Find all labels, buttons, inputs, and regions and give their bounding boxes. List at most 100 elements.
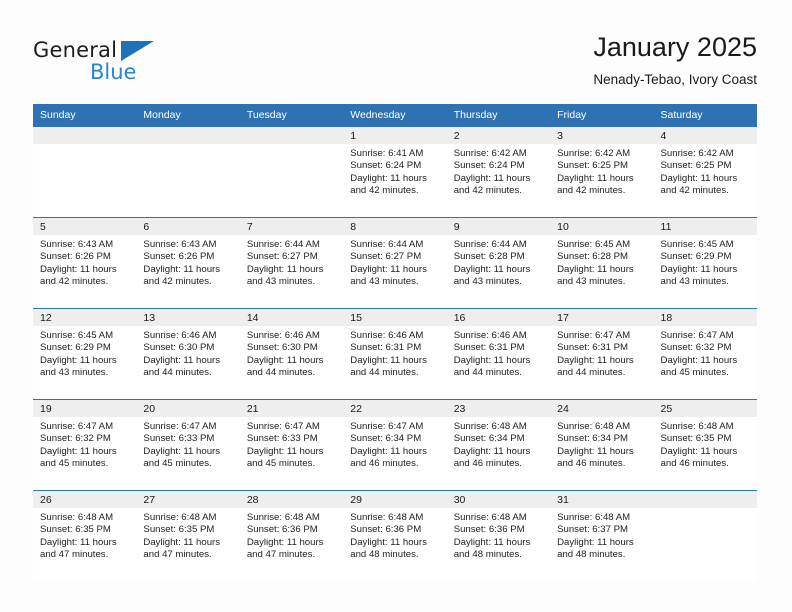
sunrise-text: Sunrise: 6:46 AM <box>453 330 527 341</box>
calendar-day-cell[interactable]: 21 Sunrise: 6:47 AM Sunset: 6:33 PM Dayligh… <box>239 400 344 490</box>
day-number: 12 <box>33 309 137 326</box>
calendar-day-cell[interactable]: 3 Sunrise: 6:42 AM Sunset: 6:25 PM Daylight… <box>550 127 654 217</box>
day-details: Sunrise: 6:42 AM Sunset: 6:25 PM Daylight:… <box>550 144 653 197</box>
day-details: Sunrise: 6:46 AM Sunset: 6:30 PM Daylight:… <box>240 326 343 379</box>
daylight-text: Daylight: 11 hours and 42 minutes. <box>350 172 427 196</box>
calendar-day-cell[interactable]: 25 Sunrise: 6:48 AM Sunset: 6:35 PM Dayligh… <box>653 400 757 490</box>
sunrise-text: Sunrise: 6:48 AM <box>453 421 527 432</box>
daylight-text: Daylight: 11 hours and 44 minutes. <box>557 354 634 378</box>
calendar-day-cell[interactable]: 4 Sunrise: 6:42 AM Sunset: 6:25 PM Daylight… <box>653 127 757 217</box>
day-number: 2 <box>446 127 551 144</box>
sunset-text: Sunset: 6:34 PM <box>350 433 422 445</box>
sunset-text: Sunset: 6:32 PM <box>40 433 111 445</box>
day-number: 19 <box>33 400 137 417</box>
sunset-text: Sunset: 6:35 PM <box>143 524 215 536</box>
calendar-day-cell[interactable]: 13 Sunrise: 6:46 AM Sunset: 6:30 PM Dayligh… <box>136 309 240 399</box>
calendar-day-cell[interactable]: 5 Sunrise: 6:43 AM Sunset: 6:26 PM Daylight… <box>33 218 137 308</box>
page-header: General Blue January 2025 Nenady-Tebao, … <box>33 30 757 96</box>
day-number: 18 <box>653 309 757 326</box>
daylight-text: Daylight: 11 hours and 48 minutes. <box>350 536 427 560</box>
weekday-header-thursday: Thursday <box>453 109 498 121</box>
sunset-text: Sunset: 6:36 PM <box>246 524 318 536</box>
calendar-day-cell[interactable]: 31 Sunrise: 6:48 AM Sunset: 6:37 PM Dayligh… <box>550 491 654 581</box>
sunset-text: Sunset: 6:34 PM <box>453 433 525 445</box>
calendar-table: Sunday Monday Tuesday Wednesday Thursday… <box>33 104 757 581</box>
daylight-text: Daylight: 11 hours and 44 minutes. <box>246 354 324 378</box>
sunrise-text: Sunrise: 6:41 AM <box>350 148 424 159</box>
sunset-text: Sunset: 6:26 PM <box>143 251 215 263</box>
calendar-day-cell[interactable]: 29 Sunrise: 6:48 AM Sunset: 6:36 PM Dayligh… <box>343 491 447 581</box>
day-details: Sunrise: 6:45 AM Sunset: 6:29 PM Daylight:… <box>33 326 136 379</box>
daylight-text: Daylight: 11 hours and 42 minutes. <box>143 263 221 287</box>
calendar-day-cell[interactable]: 23 Sunrise: 6:48 AM Sunset: 6:34 PM Dayligh… <box>446 400 551 490</box>
day-details: Sunrise: 6:47 AM Sunset: 6:32 PM Daylight:… <box>33 417 136 470</box>
day-number: 20 <box>136 400 240 417</box>
day-number: 27 <box>136 491 240 508</box>
sunset-text: Sunset: 6:25 PM <box>557 160 629 172</box>
sunrise-text: Sunrise: 6:47 AM <box>40 421 114 432</box>
day-number: 23 <box>446 400 551 417</box>
calendar-week-row: 12 Sunrise: 6:45 AM Sunset: 6:29 PM Dayligh… <box>33 308 757 399</box>
sunset-text: Sunset: 6:35 PM <box>660 433 732 445</box>
sunrise-text: Sunrise: 6:46 AM <box>350 330 424 341</box>
calendar-day-cell[interactable]: 9 Sunrise: 6:44 AM Sunset: 6:28 PM Daylight… <box>446 218 551 308</box>
daylight-text: Daylight: 11 hours and 45 minutes. <box>40 445 117 469</box>
calendar-day-cell[interactable]: 27 Sunrise: 6:48 AM Sunset: 6:35 PM Dayligh… <box>136 491 240 581</box>
sunrise-text: Sunrise: 6:46 AM <box>246 330 320 341</box>
daylight-text: Daylight: 11 hours and 44 minutes. <box>453 354 531 378</box>
calendar-day-cell[interactable]: 16 Sunrise: 6:46 AM Sunset: 6:31 PM Dayligh… <box>446 309 551 399</box>
calendar-day-cell[interactable]: 30 Sunrise: 6:48 AM Sunset: 6:36 PM Dayligh… <box>446 491 551 581</box>
calendar-day-cell[interactable]: 15 Sunrise: 6:46 AM Sunset: 6:31 PM Dayligh… <box>343 309 447 399</box>
calendar-day-cell[interactable]: 26 Sunrise: 6:48 AM Sunset: 6:35 PM Dayligh… <box>33 491 137 581</box>
sunrise-text: Sunrise: 6:48 AM <box>660 421 734 432</box>
day-details: Sunrise: 6:48 AM Sunset: 6:36 PM Daylight:… <box>447 508 550 561</box>
calendar-day-cell[interactable]: 6 Sunrise: 6:43 AM Sunset: 6:26 PM Daylight… <box>136 218 240 308</box>
day-number: 15 <box>343 309 447 326</box>
day-number: 24 <box>550 400 654 417</box>
daylight-text: Daylight: 11 hours and 44 minutes. <box>350 354 427 378</box>
sunset-text: Sunset: 6:37 PM <box>557 524 629 536</box>
day-details: Sunrise: 6:47 AM Sunset: 6:34 PM Daylight:… <box>343 417 446 470</box>
day-number: 30 <box>446 491 551 508</box>
calendar-day-cell[interactable]: 11 Sunrise: 6:45 AM Sunset: 6:29 PM Dayligh… <box>653 218 757 308</box>
sunset-text: Sunset: 6:25 PM <box>660 160 732 172</box>
calendar-day-cell[interactable]: 10 Sunrise: 6:45 AM Sunset: 6:28 PM Dayligh… <box>550 218 654 308</box>
weekday-header-friday: Friday <box>557 109 587 121</box>
calendar-day-cell[interactable]: 18 Sunrise: 6:47 AM Sunset: 6:32 PM Dayligh… <box>653 309 757 399</box>
daylight-text: Daylight: 11 hours and 47 minutes. <box>143 536 221 560</box>
calendar-day-cell[interactable]: 24 Sunrise: 6:48 AM Sunset: 6:34 PM Dayligh… <box>550 400 654 490</box>
day-number: 13 <box>136 309 240 326</box>
calendar-day-cell[interactable]: 2 Sunrise: 6:42 AM Sunset: 6:24 PM Daylight… <box>446 127 551 217</box>
calendar-day-cell[interactable]: 7 Sunrise: 6:44 AM Sunset: 6:27 PM Daylight… <box>239 218 344 308</box>
calendar-day-cell-empty <box>33 127 137 217</box>
sunset-text: Sunset: 6:31 PM <box>557 342 629 354</box>
calendar-day-cell[interactable]: 19 Sunrise: 6:47 AM Sunset: 6:32 PM Dayligh… <box>33 400 137 490</box>
sunset-text: Sunset: 6:28 PM <box>453 251 525 263</box>
sunrise-text: Sunrise: 6:48 AM <box>453 512 527 523</box>
generalblue-logo[interactable]: General Blue <box>33 38 203 96</box>
sunrise-text: Sunrise: 6:48 AM <box>143 512 217 523</box>
day-details: Sunrise: 6:46 AM Sunset: 6:31 PM Daylight:… <box>343 326 446 379</box>
calendar-day-cell[interactable]: 17 Sunrise: 6:47 AM Sunset: 6:31 PM Dayligh… <box>550 309 654 399</box>
calendar-day-cell[interactable]: 22 Sunrise: 6:47 AM Sunset: 6:34 PM Dayligh… <box>343 400 447 490</box>
daylight-text: Daylight: 11 hours and 47 minutes. <box>246 536 324 560</box>
calendar-day-cell[interactable]: 20 Sunrise: 6:47 AM Sunset: 6:33 PM Dayligh… <box>136 400 240 490</box>
calendar-day-cell[interactable]: 14 Sunrise: 6:46 AM Sunset: 6:30 PM Dayligh… <box>239 309 344 399</box>
day-number: 4 <box>653 127 757 144</box>
day-details: Sunrise: 6:43 AM Sunset: 6:26 PM Daylight:… <box>33 235 136 288</box>
sunrise-text: Sunrise: 6:47 AM <box>246 421 320 432</box>
daylight-text: Daylight: 11 hours and 45 minutes. <box>660 354 738 378</box>
sunset-text: Sunset: 6:35 PM <box>40 524 111 536</box>
sunset-text: Sunset: 6:32 PM <box>660 342 732 354</box>
calendar-day-cell[interactable]: 28 Sunrise: 6:48 AM Sunset: 6:36 PM Dayligh… <box>239 491 344 581</box>
day-details: Sunrise: 6:46 AM Sunset: 6:31 PM Daylight:… <box>447 326 550 379</box>
sunset-text: Sunset: 6:36 PM <box>350 524 422 536</box>
day-details: Sunrise: 6:47 AM Sunset: 6:31 PM Daylight:… <box>550 326 653 379</box>
calendar-day-cell[interactable]: 12 Sunrise: 6:45 AM Sunset: 6:29 PM Dayligh… <box>33 309 137 399</box>
day-details: Sunrise: 6:44 AM Sunset: 6:28 PM Daylight:… <box>447 235 550 288</box>
day-number: 11 <box>653 218 757 235</box>
day-number: 8 <box>343 218 447 235</box>
calendar-day-cell[interactable]: 1 Sunrise: 6:41 AM Sunset: 6:24 PM Daylight… <box>343 127 447 217</box>
calendar-day-cell[interactable]: 8 Sunrise: 6:44 AM Sunset: 6:27 PM Daylight… <box>343 218 447 308</box>
sunset-text: Sunset: 6:24 PM <box>453 160 525 172</box>
